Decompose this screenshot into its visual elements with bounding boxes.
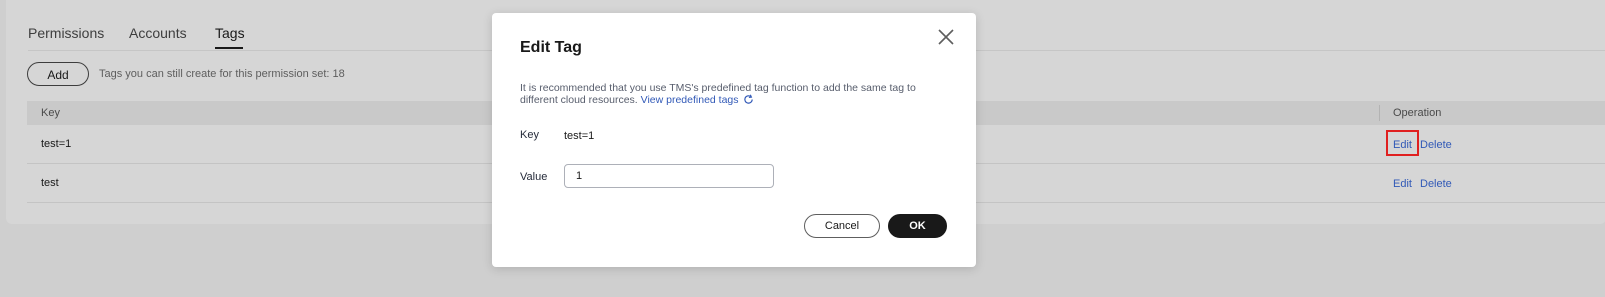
add-button[interactable]: Add	[27, 62, 89, 86]
edit-link[interactable]: Edit	[1393, 178, 1412, 190]
tab-permissions[interactable]: Permissions	[28, 25, 104, 41]
cancel-button[interactable]: Cancel	[804, 214, 880, 238]
dialog-title: Edit Tag	[520, 39, 582, 56]
refresh-icon[interactable]	[743, 94, 754, 105]
delete-link[interactable]: Delete	[1420, 178, 1452, 190]
column-header-key: Key	[41, 107, 60, 119]
dialog-notice: It is recommended that you use TMS's pre…	[520, 82, 940, 106]
key-value: test=1	[564, 130, 595, 142]
row-key: test	[41, 177, 59, 189]
key-label: Key	[520, 129, 539, 141]
edit-tag-dialog: Edit Tag It is recommended that you use …	[492, 13, 976, 267]
close-icon[interactable]	[936, 27, 956, 47]
tab-tags[interactable]: Tags	[215, 25, 245, 41]
ok-button[interactable]: OK	[888, 214, 947, 238]
active-tab-indicator	[215, 47, 243, 49]
view-predefined-tags-link[interactable]: View predefined tags	[641, 94, 739, 106]
delete-link[interactable]: Delete	[1420, 139, 1452, 151]
tab-accounts[interactable]: Accounts	[129, 25, 187, 41]
value-label: Value	[520, 171, 548, 183]
tag-quota-hint: Tags you can still create for this permi…	[99, 68, 345, 80]
row-key: test=1	[41, 138, 72, 150]
column-divider	[1379, 105, 1380, 121]
column-header-operation: Operation	[1393, 107, 1442, 119]
value-input[interactable]	[564, 164, 774, 188]
edit-link-highlight	[1386, 130, 1419, 156]
